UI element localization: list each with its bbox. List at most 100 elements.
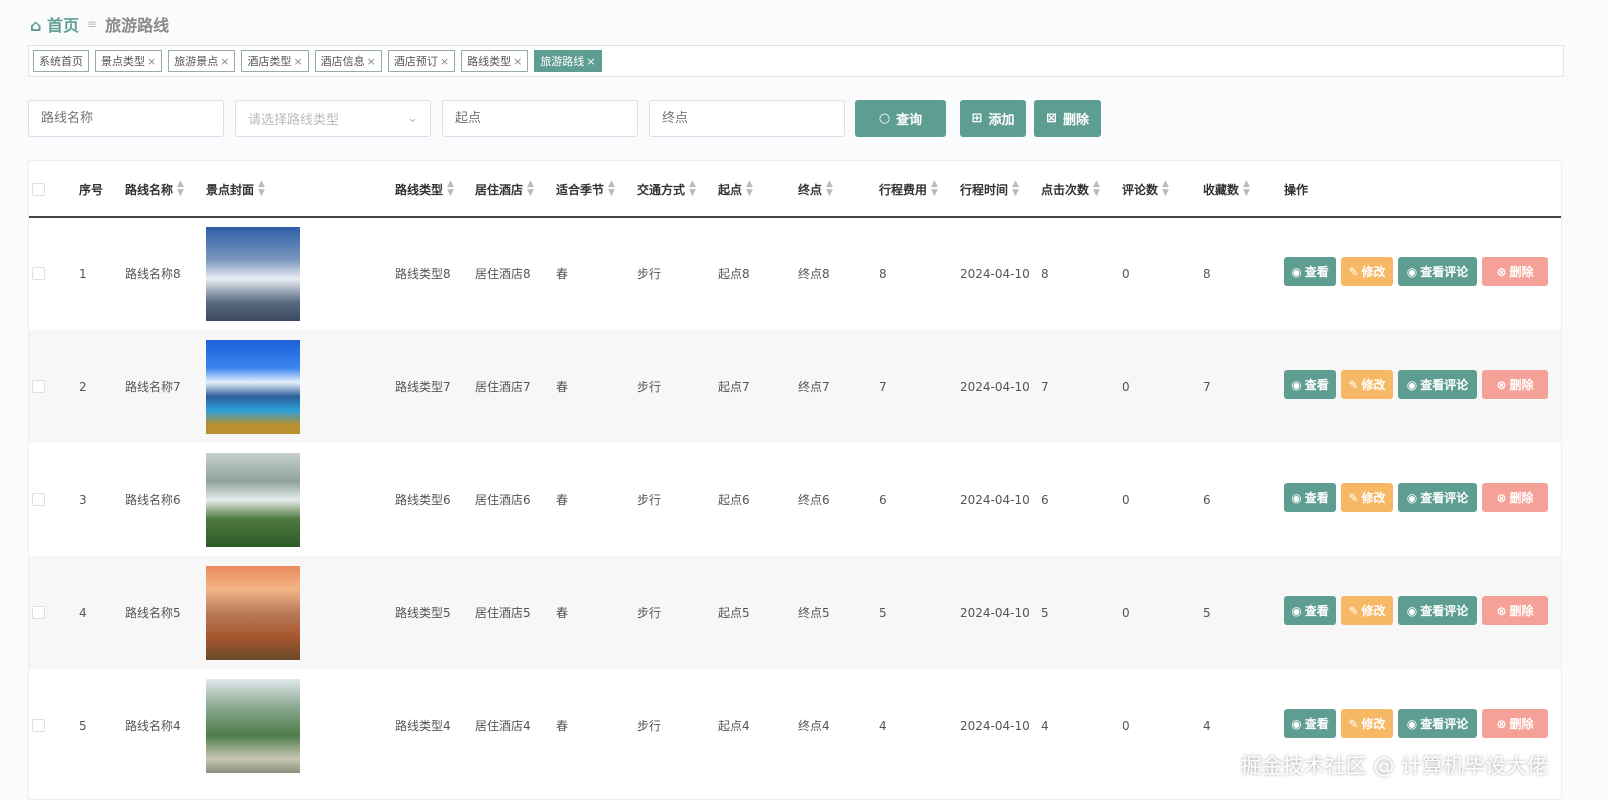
route-name-input[interactable]	[28, 100, 224, 137]
close-icon[interactable]: ×	[440, 55, 449, 68]
cover-image[interactable]	[206, 226, 300, 321]
sort-icon[interactable]: ▲ ▼	[826, 180, 833, 198]
edit-button[interactable]: ✎ 修改	[1341, 257, 1393, 286]
column-header[interactable]: 行程时间 ▲ ▼	[960, 161, 1019, 217]
close-icon[interactable]: ×	[147, 55, 156, 68]
column-header[interactable]: 收藏数 ▲ ▼	[1203, 161, 1250, 217]
cover-image[interactable]	[206, 339, 300, 434]
tag-0[interactable]: 系统首页	[33, 50, 89, 72]
column-header[interactable]: 交通方式 ▲ ▼	[637, 161, 696, 217]
select-all-checkbox[interactable]	[32, 161, 45, 217]
breadcrumb-home[interactable]: ⌂ 首页	[30, 12, 79, 36]
sort-icon[interactable]: ▲ ▼	[447, 180, 454, 198]
comments-button[interactable]: ◉ 查看评论	[1398, 257, 1477, 286]
column-header[interactable]: 适合季节 ▲ ▼	[556, 161, 615, 217]
sort-icon[interactable]: ▲ ▼	[527, 180, 534, 198]
view-button[interactable]: ◉ 查看	[1284, 257, 1336, 286]
batch-delete-button[interactable]: ⊠ 删除	[1034, 100, 1101, 137]
cell-hotel: 居住酒店5	[475, 606, 531, 620]
row-checkbox[interactable]	[32, 330, 45, 443]
cell-comments: 0	[1122, 492, 1130, 507]
close-circle-icon: ⊗	[1496, 716, 1507, 731]
eye-icon: ◉	[1291, 264, 1302, 279]
edit-button[interactable]: ✎ 修改	[1341, 370, 1393, 399]
sort-icon[interactable]: ▲ ▼	[931, 180, 938, 198]
breadcrumb-current: 旅游路线	[105, 16, 170, 35]
add-button[interactable]: ⊞ 添加	[960, 100, 1026, 137]
column-header[interactable]: 路线类型 ▲ ▼	[395, 161, 454, 217]
delete-button[interactable]: ⊗ 删除	[1482, 596, 1548, 625]
edit-button[interactable]: ✎ 修改	[1341, 483, 1393, 512]
cell-clicks: 4	[1041, 718, 1049, 733]
tag-7[interactable]: 旅游路线 ×	[534, 50, 602, 72]
eye-icon: ◉	[1406, 716, 1418, 731]
column-header: 序号	[79, 182, 104, 197]
comments-button[interactable]: ◉ 查看评论	[1398, 596, 1477, 625]
delete-button[interactable]: ⊗ 删除	[1482, 370, 1548, 399]
tag-3[interactable]: 酒店类型 ×	[241, 50, 309, 72]
cell-transport: 步行	[637, 380, 662, 394]
cover-image[interactable]	[206, 565, 300, 660]
cell-comments: 0	[1122, 718, 1130, 733]
column-header[interactable]: 终点 ▲ ▼	[798, 161, 833, 217]
cell-type: 路线类型7	[395, 380, 451, 394]
sort-icon[interactable]: ▲ ▼	[1162, 180, 1169, 198]
sort-icon[interactable]: ▲ ▼	[1243, 180, 1250, 198]
comments-button[interactable]: ◉ 查看评论	[1398, 370, 1477, 399]
delete-button[interactable]: ⊗ 删除	[1482, 709, 1548, 738]
cell-index: 1	[79, 266, 87, 281]
edit-button[interactable]: ✎ 修改	[1341, 709, 1393, 738]
column-header[interactable]: 景点封面 ▲ ▼	[206, 161, 265, 217]
route-type-select[interactable]: 请选择路线类型 ⌄	[235, 100, 431, 137]
cover-image[interactable]	[206, 678, 300, 773]
view-button[interactable]: ◉ 查看	[1284, 596, 1336, 625]
sort-icon[interactable]: ▲ ▼	[689, 180, 696, 198]
column-header[interactable]: 评论数 ▲ ▼	[1122, 161, 1169, 217]
delete-square-icon: ⊠	[1046, 111, 1057, 126]
breadcrumb-separator: ≡	[87, 17, 98, 31]
row-checkbox[interactable]	[32, 556, 45, 669]
column-header[interactable]: 居住酒店 ▲ ▼	[475, 161, 534, 217]
column-header[interactable]: 起点 ▲ ▼	[718, 161, 753, 217]
start-input[interactable]	[442, 100, 638, 137]
close-icon[interactable]: ×	[220, 55, 229, 68]
tag-4[interactable]: 酒店信息 ×	[314, 50, 382, 72]
sort-icon[interactable]: ▲ ▼	[608, 180, 615, 198]
edit-button[interactable]: ✎ 修改	[1341, 596, 1393, 625]
comments-button[interactable]: ◉ 查看评论	[1398, 709, 1477, 738]
close-icon[interactable]: ×	[367, 55, 376, 68]
tag-1[interactable]: 景点类型 ×	[95, 50, 163, 72]
column-header[interactable]: 路线名称 ▲ ▼	[125, 161, 184, 217]
column-header[interactable]: 点击次数 ▲ ▼	[1041, 161, 1100, 217]
delete-button[interactable]: ⊗ 删除	[1482, 257, 1548, 286]
view-button[interactable]: ◉ 查看	[1284, 483, 1336, 512]
column-header: 操作	[1284, 182, 1309, 197]
eye-icon: ◉	[1291, 490, 1302, 505]
query-button[interactable]: ○ 查询	[855, 100, 946, 137]
comments-button[interactable]: ◉ 查看评论	[1398, 483, 1477, 512]
delete-button[interactable]: ⊗ 删除	[1482, 483, 1548, 512]
close-icon[interactable]: ×	[586, 55, 595, 68]
row-checkbox[interactable]	[32, 443, 45, 556]
tag-6[interactable]: 路线类型 ×	[461, 50, 529, 72]
edit-icon: ✎	[1348, 716, 1359, 731]
row-checkbox[interactable]	[32, 669, 45, 782]
row-checkbox[interactable]	[32, 217, 45, 330]
tag-2[interactable]: 旅游景点 ×	[168, 50, 236, 72]
sort-icon[interactable]: ▲ ▼	[746, 180, 753, 198]
sort-icon[interactable]: ▲ ▼	[1093, 180, 1100, 198]
cell-end: 终点8	[798, 267, 830, 281]
column-header[interactable]: 行程费用 ▲ ▼	[879, 161, 938, 217]
view-button[interactable]: ◉ 查看	[1284, 370, 1336, 399]
end-input[interactable]	[649, 100, 845, 137]
tag-5[interactable]: 酒店预订 ×	[387, 50, 456, 72]
close-icon[interactable]: ×	[513, 55, 522, 68]
sort-icon[interactable]: ▲ ▼	[177, 180, 184, 198]
cover-image[interactable]	[206, 452, 300, 547]
view-button[interactable]: ◉ 查看	[1284, 709, 1336, 738]
sort-icon[interactable]: ▲ ▼	[258, 180, 265, 198]
cell-hotel: 居住酒店7	[475, 380, 531, 394]
close-icon[interactable]: ×	[293, 55, 302, 68]
cell-name: 路线名称5	[125, 606, 181, 620]
sort-icon[interactable]: ▲ ▼	[1012, 180, 1019, 198]
